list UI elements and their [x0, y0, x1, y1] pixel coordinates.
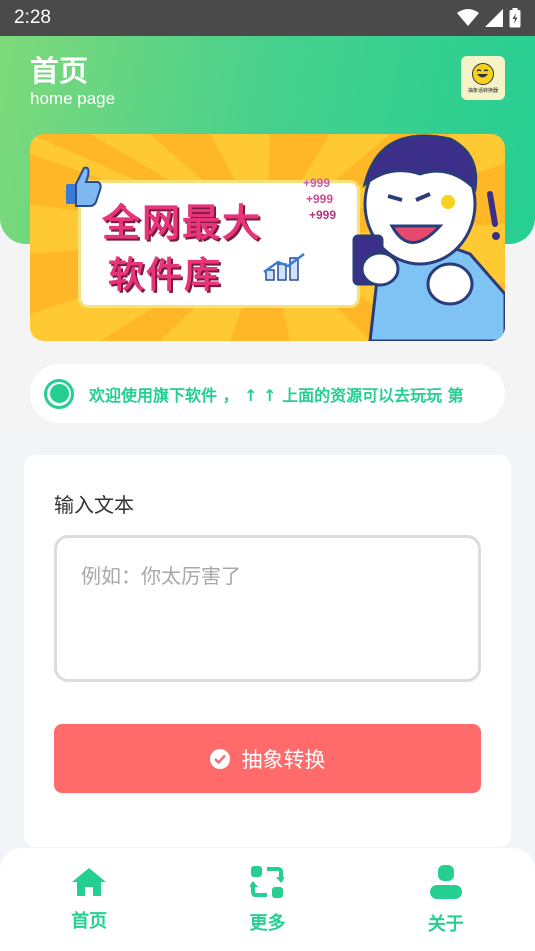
signal-icon: [485, 9, 503, 27]
swap-icon: [250, 865, 285, 898]
thumbs-up-icon: [66, 166, 102, 207]
nav-label-more: 更多: [249, 912, 286, 934]
convert-button-label: 抽象转换: [241, 747, 326, 772]
nav-item-more[interactable]: 更多: [207, 855, 327, 945]
bottom-nav: 首页 更多 关于: [0, 848, 535, 951]
home-icon: [72, 867, 107, 896]
banner-subheadline: 软件库: [108, 255, 223, 296]
status-icons: [457, 8, 521, 28]
input-label: 输入文本: [54, 493, 134, 517]
nav-label-about: 关于: [427, 913, 464, 935]
nav-label-home: 首页: [71, 910, 108, 932]
laughing-face-icon: [472, 62, 494, 85]
nav-item-home[interactable]: 首页: [29, 855, 149, 945]
text-input[interactable]: [54, 535, 481, 682]
logo-text: 抽象话转换器: [467, 87, 498, 94]
convert-button[interactable]: 抽象转换: [54, 724, 481, 793]
user-icon: [429, 864, 462, 899]
page-subtitle: home page: [30, 89, 116, 108]
growth-chart-icon: [263, 253, 305, 281]
form-card: 输入文本 抽象转换: [24, 455, 511, 847]
wifi-icon: [457, 9, 479, 26]
status-time: 2:28: [14, 7, 51, 28]
banner-badge: +999: [303, 176, 331, 190]
app-logo[interactable]: 抽象话转换器: [461, 56, 505, 100]
banner[interactable]: 全网最大 软件库 +999 +999 +999: [30, 134, 505, 341]
banner-badge: +999: [309, 208, 337, 222]
check-circle-icon: [209, 748, 230, 769]
banner-headline: 全网最大: [102, 201, 263, 245]
notice-text: 欢迎使用旗下软件 ， ↑ ↑ 上面的资源可以去玩玩 第: [89, 385, 464, 405]
battery-icon: [509, 8, 521, 28]
status-bar: 2:28: [0, 0, 535, 36]
nav-item-about[interactable]: 关于: [386, 855, 506, 945]
banner-badge: +999: [306, 192, 334, 206]
cartoon-character: [352, 134, 505, 341]
notice-bar[interactable]: 欢迎使用旗下软件 ， ↑ ↑ 上面的资源可以去玩玩 第: [30, 364, 505, 423]
page-title: 首页: [30, 54, 89, 88]
radio-dot-icon: [44, 378, 74, 409]
